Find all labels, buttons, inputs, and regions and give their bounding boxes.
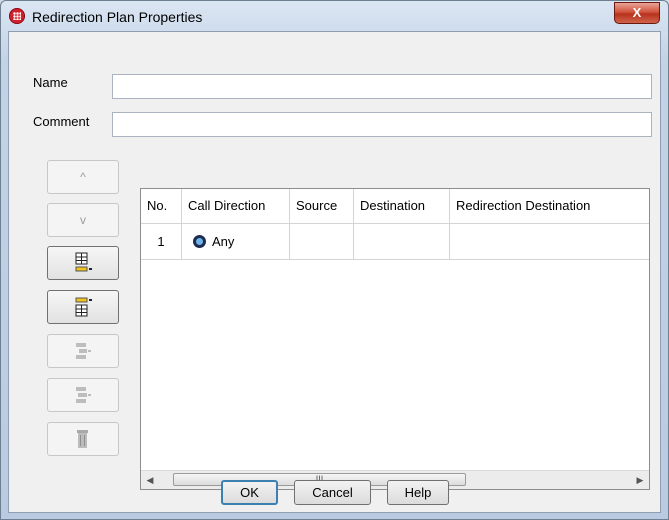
cell-call-direction: Any	[182, 224, 290, 259]
cell-redirection-destination	[450, 224, 649, 259]
chevron-down-icon: v	[80, 213, 86, 227]
table-row[interactable]: 1 Any	[141, 224, 649, 260]
column-header-destination[interactable]: Destination	[354, 189, 450, 223]
ok-button[interactable]: OK	[221, 480, 278, 505]
cell-no: 1	[141, 224, 182, 259]
title-bar[interactable]: Redirection Plan Properties X	[1, 1, 668, 31]
move-down-button[interactable]: v	[47, 203, 119, 237]
comment-label: Comment	[33, 114, 90, 129]
trash-icon	[77, 430, 88, 448]
window-title: Redirection Plan Properties	[32, 9, 203, 25]
insert-row-below-button[interactable]	[47, 246, 119, 280]
help-button[interactable]: Help	[387, 480, 449, 505]
redirection-table[interactable]: No. Call Direction Source Destination Re…	[140, 188, 650, 490]
add-nested-row-icon	[76, 387, 91, 403]
close-button[interactable]: X	[614, 2, 660, 24]
comment-field[interactable]	[112, 112, 652, 137]
insert-row-above-button[interactable]	[47, 290, 119, 324]
add-sub-row-button[interactable]	[47, 334, 119, 368]
app-icon	[9, 8, 25, 24]
add-nested-row-button[interactable]	[47, 378, 119, 412]
name-field[interactable]	[112, 74, 652, 99]
cell-destination	[354, 224, 450, 259]
move-up-button[interactable]: ^	[47, 160, 119, 194]
delete-row-button[interactable]	[47, 422, 119, 456]
chevron-up-icon: ^	[80, 170, 86, 184]
scroll-right-icon[interactable]: ▶	[631, 471, 649, 489]
dialog-body: Name Comment ^ v No. Call Direction Sour…	[8, 31, 661, 513]
column-header-call-direction[interactable]: Call Direction	[182, 189, 290, 223]
table-header: No. Call Direction Source Destination Re…	[141, 189, 649, 224]
call-direction-value: Any	[212, 234, 235, 249]
insert-row-above-icon	[75, 297, 92, 317]
column-header-redirection-destination[interactable]: Redirection Destination	[450, 189, 649, 223]
scroll-left-icon[interactable]: ◀	[141, 471, 159, 489]
column-header-source[interactable]: Source	[290, 189, 354, 223]
any-direction-icon	[193, 235, 206, 248]
cancel-button[interactable]: Cancel	[294, 480, 371, 505]
dialog-window: Redirection Plan Properties X Name Comme…	[0, 0, 669, 520]
cell-source	[290, 224, 354, 259]
insert-row-below-icon	[75, 252, 92, 272]
name-label: Name	[33, 75, 68, 90]
add-sub-row-icon	[76, 343, 91, 359]
column-header-no[interactable]: No.	[141, 189, 182, 223]
